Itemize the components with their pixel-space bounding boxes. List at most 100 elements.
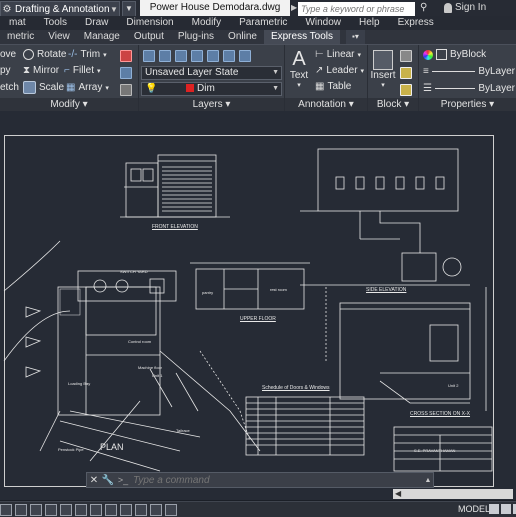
- block-panel-title[interactable]: Block ▾: [368, 98, 418, 111]
- dyn-icon[interactable]: [105, 504, 117, 516]
- current-layer-value: Dim: [197, 83, 215, 94]
- model-space-label[interactable]: MODEL: [458, 504, 490, 514]
- cross-section-label: CROSS SECTION ON X-X: [410, 411, 471, 417]
- transparency-icon[interactable]: [135, 504, 147, 516]
- layer-off-icon[interactable]: [223, 50, 235, 62]
- selection-cycling-icon[interactable]: [165, 504, 177, 516]
- layer-select[interactable]: 💡 Dim ▼: [141, 82, 282, 96]
- linear-button[interactable]: ⊢ Linear ▾: [315, 49, 361, 60]
- document-title: Power House Demodara.dwg: [140, 0, 290, 16]
- search-input[interactable]: [298, 2, 415, 16]
- array-button[interactable]: Array: [78, 82, 102, 93]
- insert-button[interactable]: Insert ▾: [370, 48, 396, 89]
- ortho-icon[interactable]: [30, 504, 42, 516]
- rotate-button[interactable]: Rotate: [37, 49, 66, 60]
- copy-button[interactable]: py: [0, 65, 20, 76]
- insert-label: Insert: [370, 70, 396, 81]
- menu-format[interactable]: mat: [0, 16, 35, 30]
- tab-plugins[interactable]: Plug-ins: [171, 30, 221, 44]
- stretch-button[interactable]: etch: [0, 82, 20, 93]
- layer-match-icon[interactable]: [159, 50, 171, 62]
- chevron-up-icon[interactable]: ▲: [423, 477, 433, 484]
- color-select[interactable]: ByBlock: [423, 49, 486, 60]
- quick-access-dropdown[interactable]: ▼: [122, 1, 136, 17]
- grid-icon[interactable]: [15, 504, 27, 516]
- modify-panel-title[interactable]: Modify ▾: [0, 98, 138, 111]
- fillet-button[interactable]: Fillet: [73, 65, 94, 76]
- scale-button[interactable]: Scale: [39, 82, 64, 93]
- tab-parametric[interactable]: metric: [0, 30, 41, 44]
- table-icon: ▦: [315, 81, 325, 92]
- explode-icon[interactable]: [120, 67, 132, 79]
- erase-icon[interactable]: [120, 50, 132, 62]
- lineweight-toggle-icon[interactable]: [120, 504, 132, 516]
- title-bar: ⚙ Drafting & Annotation ▼ ▼ Power House …: [0, 0, 516, 17]
- unit1-label: Unit 1: [152, 373, 163, 378]
- text-button[interactable]: A Text ▾: [287, 48, 311, 89]
- upper-floor-label: UPPER FLOOR: [240, 316, 276, 322]
- command-prompt-icon: >_: [117, 475, 129, 485]
- command-input[interactable]: [131, 473, 423, 487]
- edit-attributes-icon[interactable]: [400, 84, 412, 96]
- menu-dimension[interactable]: Dimension: [117, 16, 182, 30]
- tab-online[interactable]: Online: [221, 30, 264, 44]
- binoculars-icon[interactable]: ⚲: [420, 2, 427, 13]
- layer-freeze-icon[interactable]: [207, 50, 219, 62]
- quick-properties-icon[interactable]: [150, 504, 162, 516]
- osnap-icon[interactable]: [60, 504, 72, 516]
- menu-express[interactable]: Express: [389, 16, 443, 30]
- move-button[interactable]: ove: [0, 49, 20, 60]
- snap-icon[interactable]: [0, 504, 12, 516]
- menu-window[interactable]: Window: [296, 16, 350, 30]
- tab-output[interactable]: Output: [127, 30, 171, 44]
- trim-button[interactable]: Trim: [80, 49, 100, 60]
- table-button[interactable]: ▦ Table: [315, 81, 351, 92]
- offset-icon[interactable]: [120, 84, 132, 96]
- drawing-canvas[interactable]: FRONT ELEVATION SIDE ELEVATION UPPER FLO…: [0, 111, 516, 500]
- polar-icon[interactable]: [45, 504, 57, 516]
- layers-panel-title[interactable]: Layers ▾: [139, 98, 284, 111]
- ducs-icon[interactable]: [90, 504, 102, 516]
- block-panel: Insert ▾ Block ▾: [368, 45, 419, 111]
- tab-manage[interactable]: Manage: [77, 30, 127, 44]
- layer-state-select[interactable]: Unsaved Layer State ▼: [141, 66, 282, 80]
- modify-row-2: py ⧗ Mirror ⌐ Fillet ▾: [0, 65, 101, 76]
- menu-tools[interactable]: Tools: [35, 16, 76, 30]
- workspace-switcher[interactable]: ⚙ Drafting & Annotation ▼: [0, 1, 120, 17]
- create-block-icon[interactable]: [400, 50, 412, 62]
- mirror-button[interactable]: Mirror: [33, 65, 61, 76]
- linetype-icon: ≡: [423, 66, 429, 77]
- tab-express-tools[interactable]: Express Tools: [263, 30, 341, 44]
- close-icon[interactable]: ✕: [87, 475, 101, 486]
- edit-block-icon[interactable]: [400, 67, 412, 79]
- linetype-select[interactable]: ≡ ByLayer: [423, 66, 515, 77]
- leader-button[interactable]: ↗ Leader ▾: [315, 65, 364, 76]
- lineweight-select[interactable]: ☰ ByLayer: [423, 83, 515, 94]
- horizontal-scrollbar[interactable]: ◀: [393, 489, 513, 499]
- tab-view[interactable]: View: [41, 30, 77, 44]
- text-a-icon: A: [292, 48, 306, 70]
- scroll-left-arrow-icon[interactable]: ◀: [395, 489, 401, 499]
- gear-icon: ⚙: [2, 3, 12, 15]
- properties-panel-title[interactable]: Properties ▾: [419, 98, 516, 111]
- linear-label: Linear: [326, 49, 355, 60]
- block-tool-icons: [400, 50, 412, 96]
- plan-label: PLAN: [100, 442, 124, 452]
- layout-alt-icon[interactable]: [501, 504, 511, 514]
- otrack-icon[interactable]: [75, 504, 87, 516]
- layout-icon[interactable]: [489, 504, 499, 514]
- menu-parametric[interactable]: Parametric: [230, 16, 296, 30]
- annotation-panel-title[interactable]: Annotation ▾: [285, 98, 367, 111]
- layer-isolate-icon[interactable]: [191, 50, 203, 62]
- menu-modify[interactable]: Modify: [183, 16, 230, 30]
- control-room-label: Control room: [128, 339, 152, 344]
- layer-properties-icon[interactable]: [143, 50, 155, 62]
- wrench-icon[interactable]: 🔧: [101, 475, 115, 486]
- ribbon-minimize-toggle[interactable]: ▪▾: [346, 30, 365, 44]
- menu-help[interactable]: Help: [350, 16, 389, 30]
- sign-in-button[interactable]: Sign In: [444, 2, 486, 13]
- layer-lock-icon[interactable]: [239, 50, 251, 62]
- menu-draw[interactable]: Draw: [76, 16, 117, 30]
- linear-dim-icon: ⊢: [315, 49, 324, 60]
- layer-previous-icon[interactable]: [175, 50, 187, 62]
